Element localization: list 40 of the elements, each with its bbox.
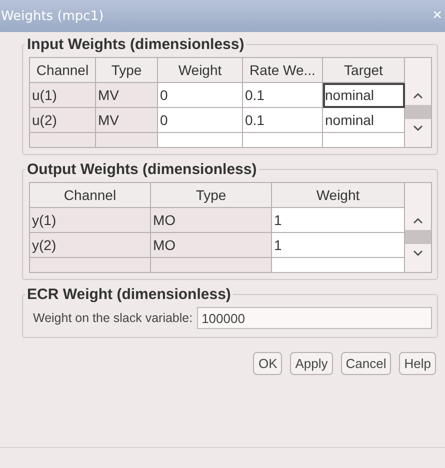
scroll-down-icon[interactable] (413, 250, 423, 257)
column-header[interactable]: Channel (30, 58, 96, 83)
column-header[interactable]: Weight (272, 183, 405, 208)
dialog-button[interactable]: Help (399, 352, 436, 375)
group-title: ECR Weight (dimensionless) (26, 286, 232, 303)
scroll-thumb[interactable] (405, 105, 431, 119)
dialog-button[interactable]: OK (253, 352, 282, 375)
table-cell[interactable]: 1 (272, 233, 405, 258)
table-cell: MV (96, 108, 158, 133)
scroll-up-icon[interactable] (413, 217, 423, 224)
table-cell: u(2) (30, 108, 96, 133)
group-title: Output Weights (dimensionless) (26, 161, 258, 178)
table-cell: y(1) (30, 208, 151, 233)
input-field[interactable]: 100000 (196, 307, 432, 329)
table-cell[interactable]: 0.1 (243, 108, 323, 133)
field-label: Weight on the slack variable: (33, 311, 193, 325)
table-cell: MO (151, 233, 272, 258)
table-cell[interactable]: nominal (323, 108, 405, 133)
table-cell: y(2) (30, 233, 151, 258)
scroll-up-icon[interactable] (413, 92, 423, 99)
column-header[interactable]: Type (151, 183, 272, 208)
table-cell: MV (96, 83, 158, 108)
table-cell: u(1) (30, 83, 96, 108)
group-title: Input Weights (dimensionless) (26, 36, 246, 53)
table-cell: MO (151, 208, 272, 233)
dialog-button[interactable]: Apply (290, 352, 333, 375)
dialog-button[interactable]: Cancel (340, 352, 392, 375)
scroll-down-icon[interactable] (413, 125, 423, 132)
table-cell[interactable]: nominal (323, 83, 405, 108)
column-header[interactable]: Type (96, 58, 158, 83)
column-header[interactable]: Rate We... (243, 58, 323, 83)
table-cell[interactable]: 0.1 (243, 83, 323, 108)
table-cell[interactable]: 0 (158, 108, 243, 133)
column-header[interactable]: Weight (158, 58, 243, 83)
table-cell[interactable]: 1 (272, 208, 405, 233)
window-title: Weights (mpc1) (0, 8, 104, 24)
column-header[interactable]: Target (323, 58, 405, 83)
scroll-thumb[interactable] (405, 230, 431, 244)
table-cell[interactable]: 0 (158, 83, 243, 108)
column-header[interactable]: Channel (30, 183, 151, 208)
